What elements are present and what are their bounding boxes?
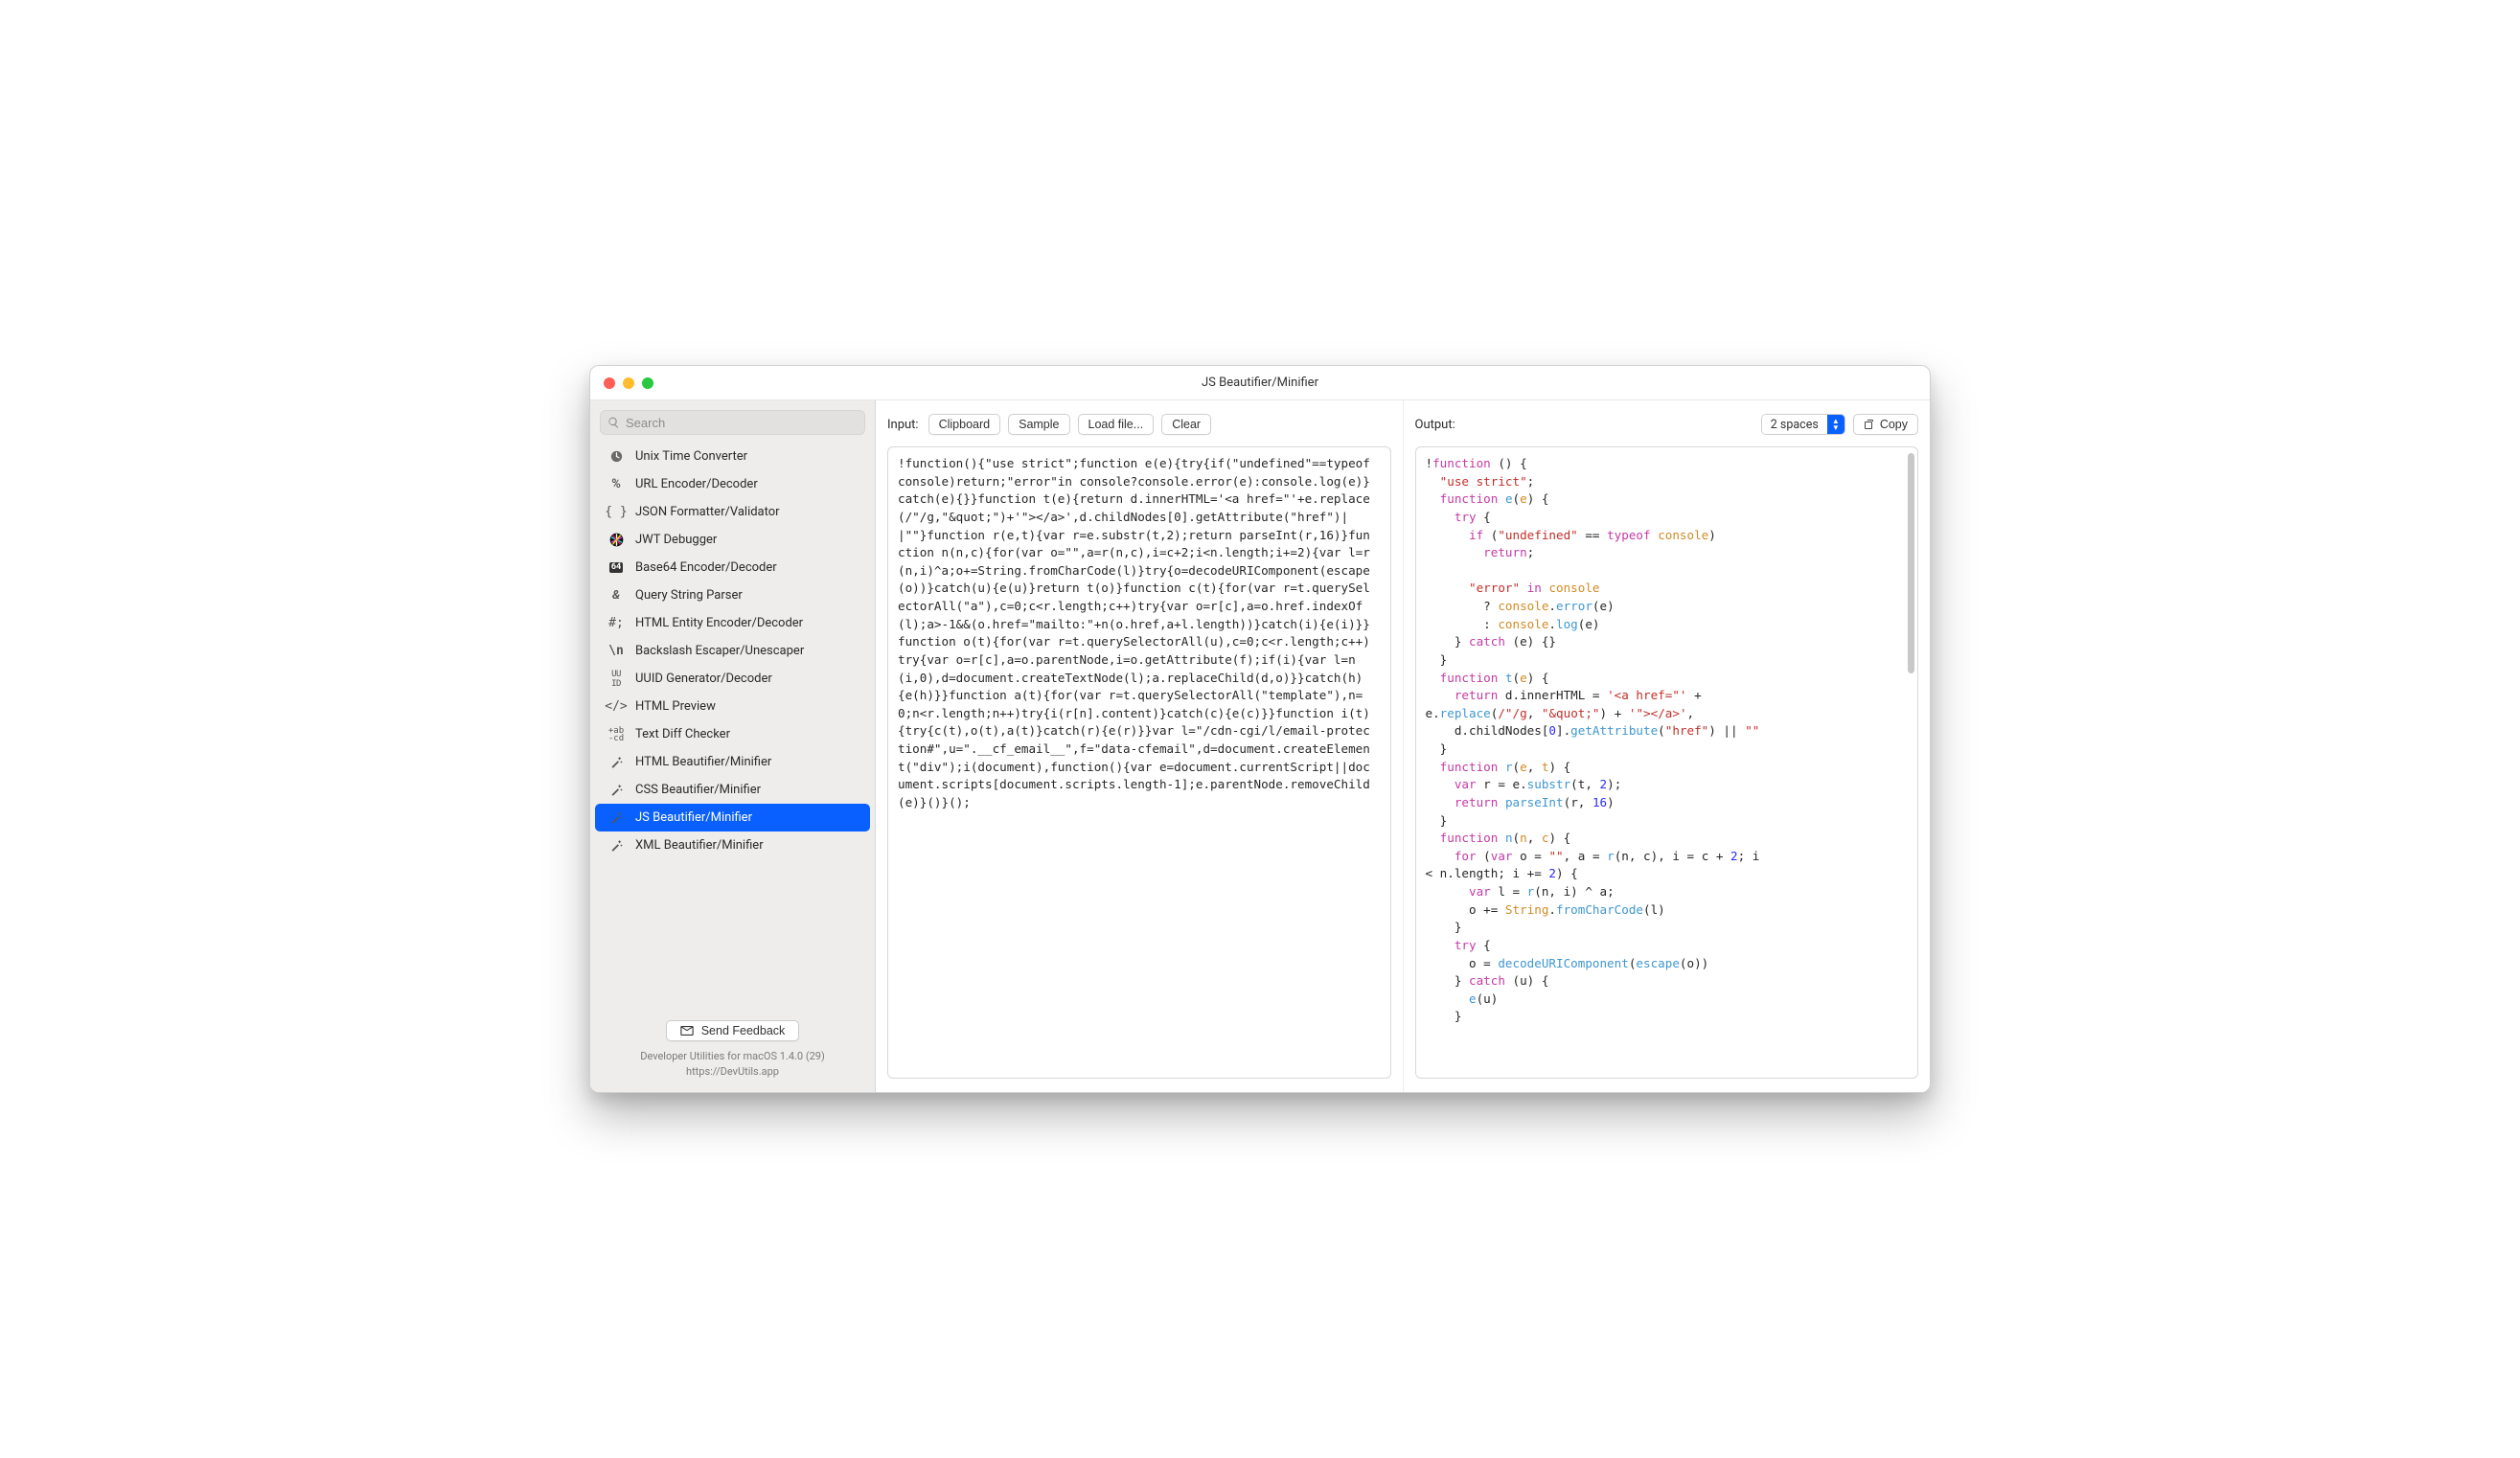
wand-icon bbox=[607, 838, 626, 853]
copy-label: Copy bbox=[1880, 418, 1908, 431]
tool-list: Unix Time Converter% URL Encoder/Decoder {… bbox=[590, 443, 875, 1013]
sidebar-item-backslash[interactable]: \n Backslash Escaper/Unescaper bbox=[595, 637, 870, 665]
sidebar-item-label: Base64 Encoder/Decoder bbox=[635, 560, 777, 575]
sidebar-item-label: CSS Beautifier/Minifier bbox=[635, 783, 761, 797]
zoom-window-button[interactable] bbox=[642, 377, 653, 389]
search-input[interactable] bbox=[626, 416, 858, 430]
sidebar-item-label: UUID Generator/Decoder bbox=[635, 672, 772, 686]
uuid-icon: UUID bbox=[607, 670, 626, 689]
clock-icon bbox=[607, 449, 626, 464]
clipboard-button[interactable]: Clipboard bbox=[928, 414, 1001, 435]
sidebar-item-html-beautify[interactable]: HTML Beautifier/Minifier bbox=[595, 748, 870, 776]
window-title: JS Beautifier/Minifier bbox=[590, 376, 1930, 390]
percent-icon: % bbox=[607, 477, 626, 491]
sidebar-item-text-diff[interactable]: +ab-cd Text Diff Checker bbox=[595, 720, 870, 748]
sidebar-item-html-preview[interactable]: </> HTML Preview bbox=[595, 693, 870, 720]
sidebar-item-css-beautify[interactable]: CSS Beautifier/Minifier bbox=[595, 776, 870, 804]
sidebar-item-label: Query String Parser bbox=[635, 588, 743, 603]
clear-button[interactable]: Clear bbox=[1161, 414, 1211, 435]
input-code-box: !function(){"use strict";function e(e){t… bbox=[887, 446, 1391, 1079]
sidebar-item-label: XML Beautifier/Minifier bbox=[635, 838, 764, 853]
stepper-arrows-icon: ▲▼ bbox=[1827, 415, 1844, 434]
code-icon: </> bbox=[607, 699, 626, 714]
indent-select[interactable]: 2 spaces ▲▼ bbox=[1761, 414, 1845, 435]
copy-button[interactable]: Copy bbox=[1853, 414, 1918, 435]
indent-select-value: 2 spaces bbox=[1762, 415, 1827, 434]
body: Unix Time Converter% URL Encoder/Decoder {… bbox=[590, 400, 1930, 1092]
mail-icon bbox=[680, 1026, 694, 1036]
app-version-text: Developer Utilities for macOS 1.4.0 (29) bbox=[602, 1049, 863, 1063]
sidebar-item-jwt[interactable]: JWT Debugger bbox=[595, 526, 870, 554]
sidebar-item-xml-beautify[interactable]: XML Beautifier/Minifier bbox=[595, 832, 870, 859]
input-toolbar: Input: Clipboard Sample Load file... Cle… bbox=[887, 410, 1391, 439]
sidebar-item-url-encoder[interactable]: % URL Encoder/Decoder bbox=[595, 470, 870, 498]
jwt-icon bbox=[607, 533, 626, 547]
titlebar: JS Beautifier/Minifier bbox=[590, 366, 1930, 400]
sidebar-footer: Send Feedback Developer Utilities for ma… bbox=[590, 1013, 875, 1084]
sidebar-item-uuid[interactable]: UUID UUID Generator/Decoder bbox=[595, 665, 870, 693]
sidebar-item-label: URL Encoder/Decoder bbox=[635, 477, 758, 491]
sidebar-item-label: Text Diff Checker bbox=[635, 727, 730, 741]
sidebar-item-html-entity[interactable]: #; HTML Entity Encoder/Decoder bbox=[595, 609, 870, 637]
sidebar-item-label: Unix Time Converter bbox=[635, 449, 747, 464]
input-pane: Input: Clipboard Sample Load file... Cle… bbox=[876, 400, 1403, 1092]
backslash-icon: \n bbox=[607, 644, 626, 658]
amp-icon: & bbox=[607, 588, 626, 603]
braces-icon: { } bbox=[607, 505, 626, 519]
wand-icon bbox=[607, 810, 626, 825]
traffic-lights bbox=[590, 377, 653, 389]
output-toolbar: Output: 2 spaces ▲▼ Copy bbox=[1415, 410, 1919, 439]
hash-icon: #; bbox=[607, 616, 626, 630]
sidebar-item-label: JWT Debugger bbox=[635, 533, 717, 547]
app-window: JS Beautifier/Minifier Unix Time Convert… bbox=[589, 365, 1931, 1093]
sidebar-item-base64[interactable]: 64 Base64 Encoder/Decoder bbox=[595, 554, 870, 581]
search-icon bbox=[607, 416, 620, 429]
sidebar-item-unix-time[interactable]: Unix Time Converter bbox=[595, 443, 870, 470]
sidebar-item-label: HTML Preview bbox=[635, 699, 716, 714]
sidebar-item-json-fmt[interactable]: { } JSON Formatter/Validator bbox=[595, 498, 870, 526]
minimize-window-button[interactable] bbox=[623, 377, 634, 389]
close-window-button[interactable] bbox=[604, 377, 615, 389]
sidebar-item-label: JSON Formatter/Validator bbox=[635, 505, 780, 519]
wand-icon bbox=[607, 755, 626, 769]
main: Input: Clipboard Sample Load file... Cle… bbox=[876, 400, 1930, 1092]
output-code-area[interactable]: !function () { "use strict"; function e(… bbox=[1416, 447, 1918, 1078]
sidebar-item-label: HTML Beautifier/Minifier bbox=[635, 755, 771, 769]
wand-icon bbox=[607, 783, 626, 797]
b64-icon: 64 bbox=[607, 562, 626, 573]
diff-icon: +ab-cd bbox=[607, 727, 626, 742]
load-file-button[interactable]: Load file... bbox=[1078, 414, 1155, 435]
output-label: Output: bbox=[1415, 418, 1455, 432]
input-label: Input: bbox=[887, 418, 919, 432]
output-code-box: !function () { "use strict"; function e(… bbox=[1415, 446, 1919, 1079]
output-pane: Output: 2 spaces ▲▼ Copy !function () { bbox=[1403, 400, 1931, 1092]
app-url-text: https://DevUtils.app bbox=[602, 1064, 863, 1079]
sidebar-item-js-beautify[interactable]: JS Beautifier/Minifier bbox=[595, 804, 870, 832]
sidebar-item-label: JS Beautifier/Minifier bbox=[635, 810, 752, 825]
sidebar-item-label: Backslash Escaper/Unescaper bbox=[635, 644, 804, 658]
input-code-area[interactable]: !function(){"use strict";function e(e){t… bbox=[888, 447, 1390, 1078]
scrollbar[interactable] bbox=[1908, 453, 1914, 673]
send-feedback-label: Send Feedback bbox=[701, 1024, 786, 1037]
send-feedback-button[interactable]: Send Feedback bbox=[666, 1020, 800, 1041]
sidebar: Unix Time Converter% URL Encoder/Decoder {… bbox=[590, 400, 876, 1092]
sidebar-item-label: HTML Entity Encoder/Decoder bbox=[635, 616, 803, 630]
sample-button[interactable]: Sample bbox=[1008, 414, 1069, 435]
copy-icon bbox=[1864, 419, 1875, 430]
sidebar-item-query-string[interactable]: &Query String Parser bbox=[595, 581, 870, 609]
search-field[interactable] bbox=[600, 410, 865, 435]
